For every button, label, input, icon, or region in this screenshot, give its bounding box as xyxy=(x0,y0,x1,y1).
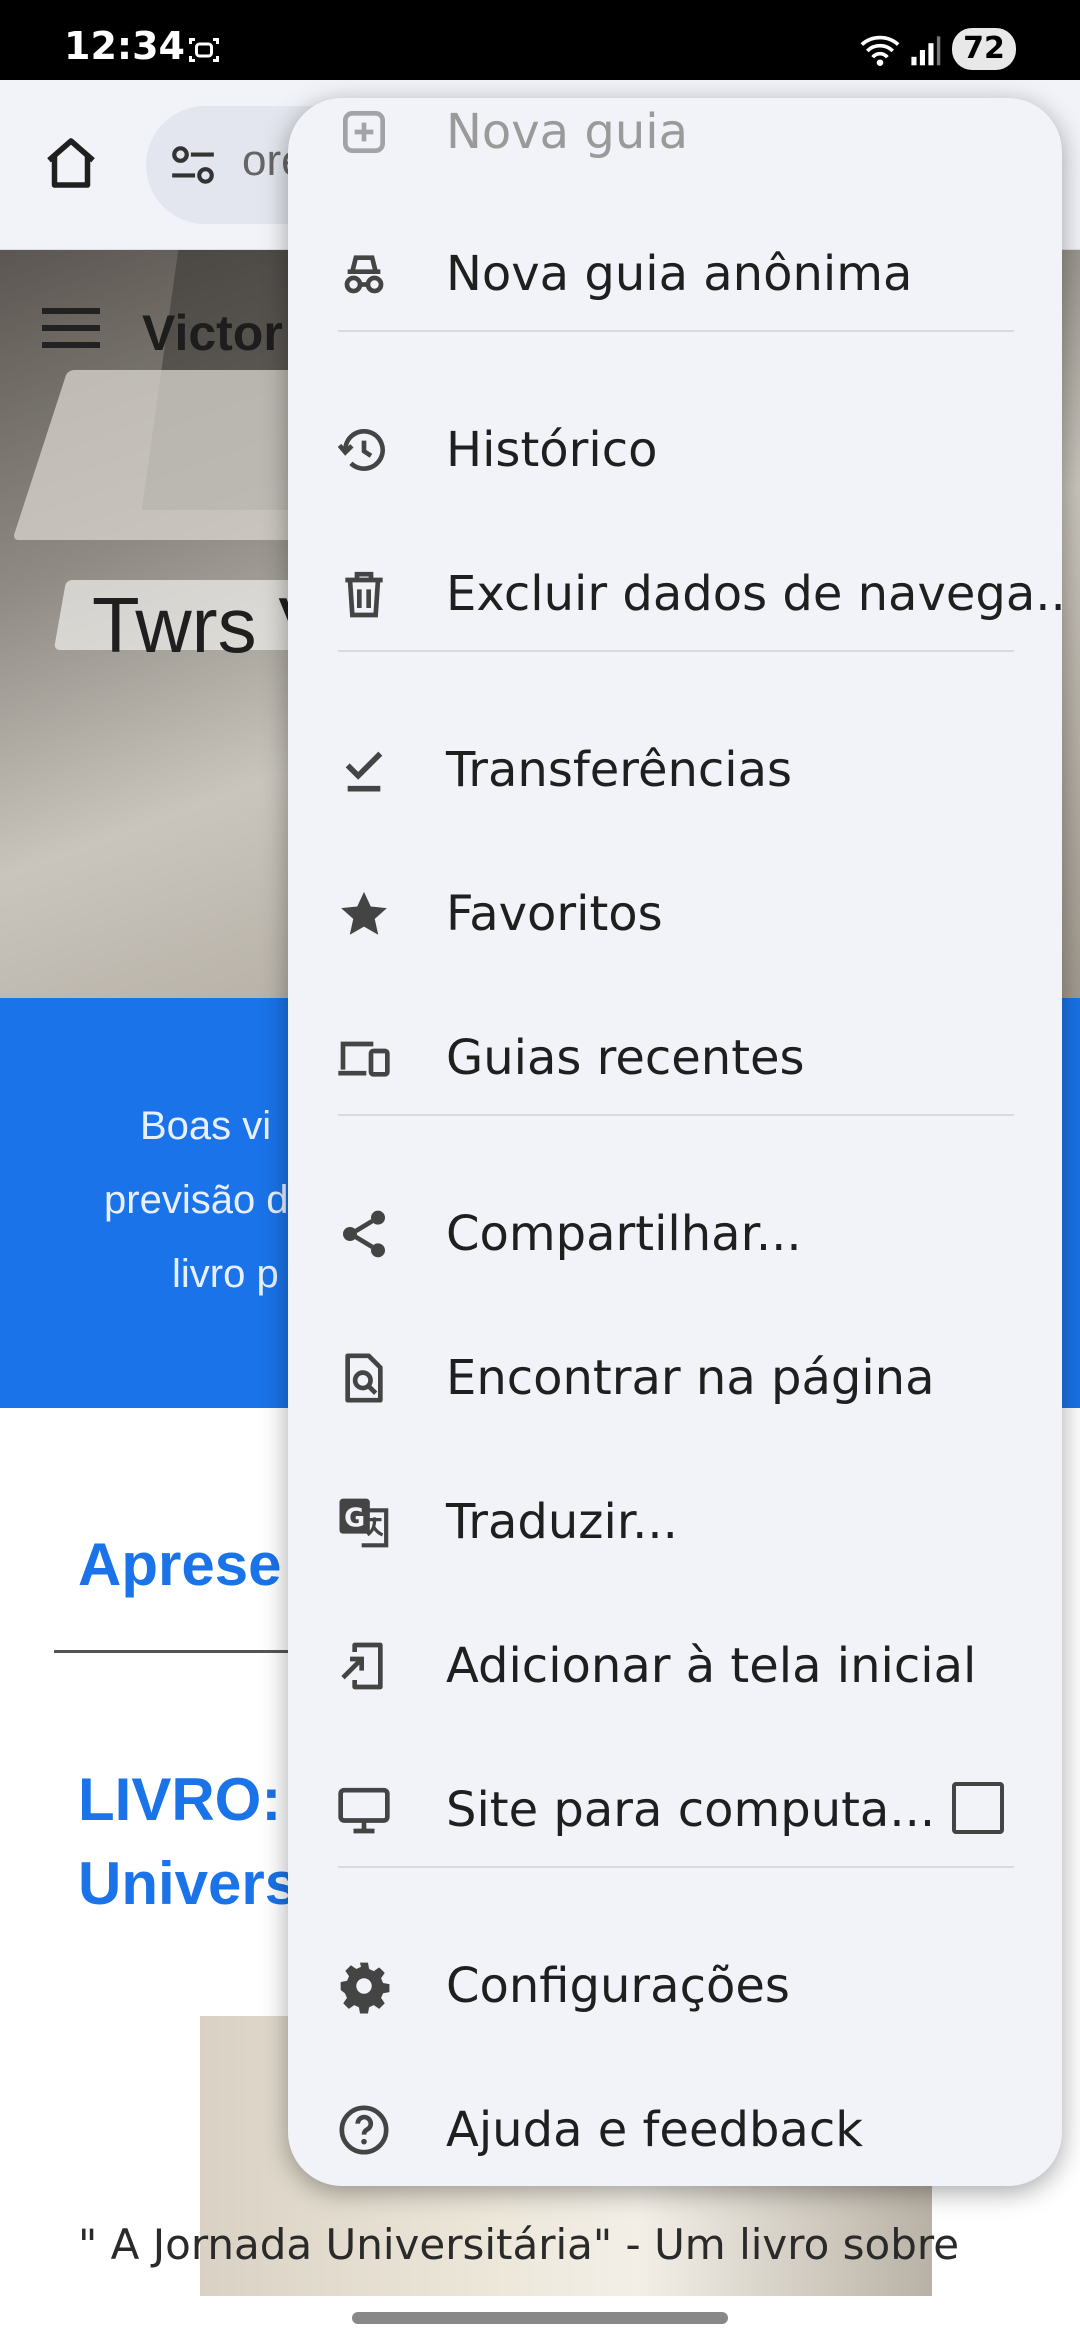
banner-line: previsão d xyxy=(104,1178,289,1222)
menu-item-bookmarks[interactable]: Favoritos xyxy=(288,846,1062,982)
menu-item-settings[interactable]: Configurações xyxy=(288,1918,1062,2054)
book-title-line[interactable]: Univers xyxy=(78,1842,298,1926)
menu-item-incognito[interactable]: Nova guia anônima xyxy=(288,206,1062,342)
trash-icon xyxy=(345,571,383,618)
status-time: 12:34 xyxy=(64,24,185,68)
banner-line: Boas vi xyxy=(140,1104,272,1148)
menu-item-clear-data[interactable]: Excluir dados de navega... xyxy=(288,526,1062,662)
screen-record-icon xyxy=(189,38,219,62)
settings-gear-icon xyxy=(340,1962,390,2014)
star-icon xyxy=(341,891,387,935)
menu-item-label: Traduzir... xyxy=(446,1494,678,1550)
book-title[interactable]: LIVRO: Univers xyxy=(78,1758,298,1926)
menu-item-label: Favoritos xyxy=(446,886,663,942)
section-heading: Aprese xyxy=(78,1531,282,1598)
battery-badge: 72 xyxy=(952,28,1016,70)
menu-item-history[interactable]: Histórico xyxy=(288,382,1062,518)
menu-divider xyxy=(338,330,1014,332)
menu-item-share[interactable]: Compartilhar... xyxy=(288,1166,1062,1302)
desktop-icon xyxy=(338,1787,390,1834)
menu-item-label: Nova guia anônima xyxy=(446,246,913,302)
menu-item-label: Ajuda e feedback xyxy=(446,2102,864,2158)
share-icon xyxy=(343,1210,385,1258)
desktop-site-checkbox[interactable] xyxy=(952,1782,1004,1834)
menu-item-add-to-home[interactable]: Adicionar à tela inicial xyxy=(288,1598,1062,1734)
help-icon xyxy=(339,2105,389,2155)
menu-item-label: Guias recentes xyxy=(446,1030,805,1086)
menu-item-label: Encontrar na página xyxy=(446,1350,935,1406)
menu-item-translate[interactable]: G Traduzir... xyxy=(288,1454,1062,1590)
add-to-home-icon xyxy=(341,1642,383,1690)
new-tab-icon xyxy=(343,111,385,153)
menu-item-label: Nova guia xyxy=(446,104,688,160)
menu-item-label: Histórico xyxy=(446,422,658,478)
menu-item-label: Transferências xyxy=(446,742,793,798)
banner-line: livro p xyxy=(172,1252,279,1296)
hamburger-menu-icon[interactable] xyxy=(42,308,100,348)
find-in-page-icon xyxy=(345,1353,383,1403)
menu-divider xyxy=(338,1114,1014,1116)
history-icon xyxy=(337,429,385,471)
wifi-icon xyxy=(860,35,900,66)
menu-item-label: Configurações xyxy=(446,1958,790,2014)
download-check-icon xyxy=(345,751,383,792)
menu-item-label: Adicionar à tela inicial xyxy=(446,1638,977,1694)
browser-overflow-menu: Nova guia Nova guia anônima Histórico Ex… xyxy=(288,98,1062,2186)
menu-divider xyxy=(338,1866,1014,1868)
home-icon[interactable] xyxy=(38,130,104,196)
svg-text:G: G xyxy=(344,1504,365,1534)
menu-item-label: Compartilhar... xyxy=(446,1206,802,1262)
book-title-line[interactable]: LIVRO: xyxy=(78,1758,298,1842)
menu-divider xyxy=(338,650,1014,652)
site-name[interactable]: Victor xyxy=(142,304,283,362)
menu-item-find-in-page[interactable]: Encontrar na página xyxy=(288,1310,1062,1446)
menu-item-desktop-site[interactable]: Site para computa... xyxy=(288,1742,1062,1878)
book-caption: " A Jornada Universitária" - Um livro so… xyxy=(78,2220,960,2269)
status-bar: 12:34 72 xyxy=(0,0,1080,80)
menu-item-recent-tabs[interactable]: Guias recentes xyxy=(288,990,1062,1126)
incognito-icon xyxy=(344,255,384,294)
menu-item-label: Excluir dados de navega... xyxy=(446,566,1062,622)
site-settings-icon[interactable] xyxy=(168,142,218,188)
menu-item-label: Site para computa... xyxy=(446,1782,936,1838)
signal-icon xyxy=(911,36,941,66)
gesture-nav-bar[interactable] xyxy=(352,2312,728,2324)
translate-icon: G xyxy=(339,1498,389,1548)
menu-item-downloads[interactable]: Transferências xyxy=(288,702,1062,838)
menu-item-help[interactable]: Ajuda e feedback xyxy=(288,2062,1062,2186)
menu-item-new-tab[interactable]: Nova guia xyxy=(288,98,1062,200)
devices-icon xyxy=(338,1041,390,1077)
